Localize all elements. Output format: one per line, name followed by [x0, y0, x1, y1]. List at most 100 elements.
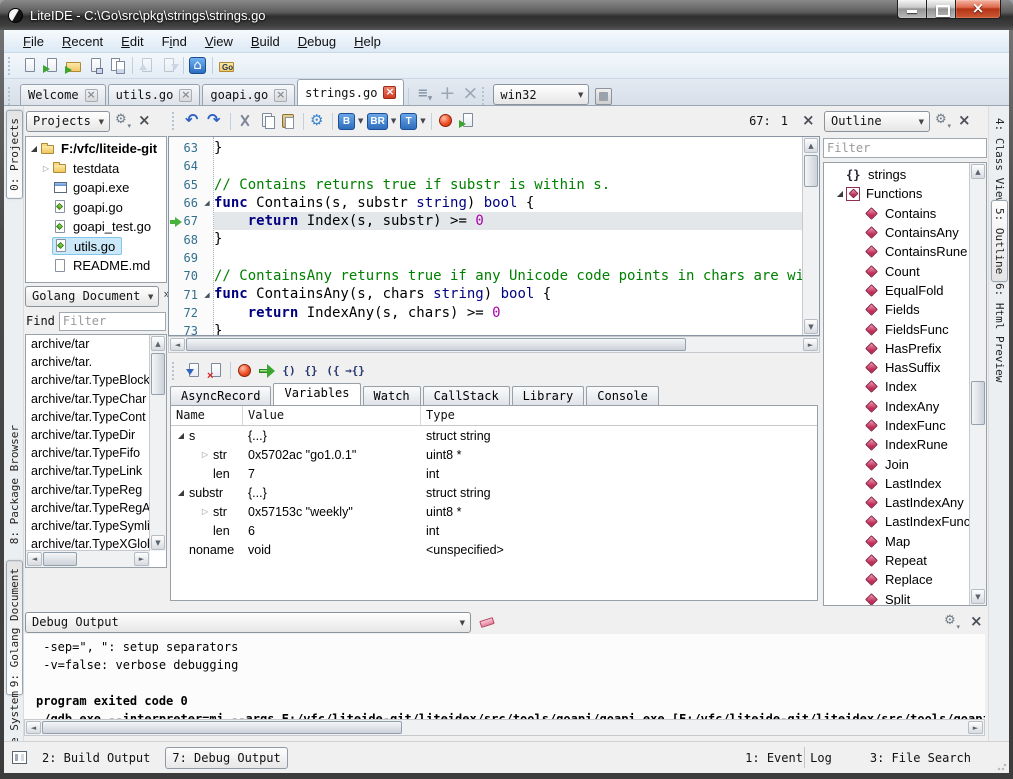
code-line[interactable]: 69 — [169, 249, 802, 267]
variable-row[interactable]: nonamevoid<unspecified> — [171, 540, 817, 559]
find-filter-input[interactable] — [59, 312, 166, 331]
fold-marker[interactable]: ◢ — [200, 291, 214, 299]
document-list-item[interactable]: archive/tar.TypeReg — [26, 482, 150, 500]
dock-tab-6-html-preview[interactable]: 6: Html Preview — [991, 275, 1008, 390]
outline-filter-input[interactable] — [823, 138, 987, 158]
editor-hscrollbar[interactable]: ◄ ► — [168, 336, 820, 353]
code-line[interactable]: 70// ContainsAny returns true if any Uni… — [169, 267, 802, 285]
row-expander[interactable]: ◢ — [175, 488, 187, 497]
menu-debug[interactable]: Debug — [289, 32, 345, 51]
close-window-button[interactable] — [956, 0, 1001, 19]
remove-record-icon[interactable] — [206, 361, 226, 381]
code-line[interactable]: 66◢func Contains(s, substr string) bool … — [169, 194, 802, 212]
menu-edit[interactable]: Edit — [112, 32, 152, 51]
scroll-thumb[interactable] — [186, 338, 686, 351]
document-list-item[interactable]: archive/tar.TypeCont — [26, 409, 150, 427]
debug-tab-variables[interactable]: Variables — [273, 383, 360, 405]
code-line[interactable]: 73} — [169, 322, 802, 336]
debug-external-icon[interactable] — [458, 111, 478, 131]
menu-build[interactable]: Build — [242, 32, 289, 51]
debug-tab-asyncrecord[interactable]: AsyncRecord — [170, 386, 271, 405]
home-icon[interactable] — [188, 56, 208, 76]
stop-debug-icon[interactable] — [235, 361, 255, 381]
menu-help[interactable]: Help — [345, 32, 390, 51]
step-over-icon[interactable] — [279, 361, 299, 381]
panel-close-icon[interactable] — [134, 112, 152, 130]
row-expander[interactable]: ▷ — [199, 450, 211, 459]
menu-recent[interactable]: Recent — [53, 32, 112, 51]
document-list-item[interactable]: archive/tar.TypeXGlobalHeader — [26, 536, 150, 551]
toolbar-handle[interactable] — [172, 112, 178, 130]
document-list-item[interactable]: archive/tar. — [26, 354, 150, 372]
outline-function-item[interactable]: LastIndexFunc — [824, 512, 970, 531]
overflow-chevron-button[interactable] — [161, 286, 167, 306]
outline-function-item[interactable]: HasPrefix — [824, 339, 970, 358]
build-button[interactable]: B▼ — [338, 113, 363, 130]
code-line[interactable]: 65// Contains returns true if substr is … — [169, 176, 802, 194]
output-selector-combobox[interactable]: Debug Output — [25, 612, 471, 633]
outline-function-item[interactable]: ContainsAny — [824, 223, 970, 242]
debug-tab-watch[interactable]: Watch — [363, 386, 421, 405]
status-3-file-search[interactable]: 3: File Search — [864, 748, 977, 768]
paste-icon[interactable] — [279, 111, 299, 131]
open-file-icon[interactable] — [42, 56, 62, 76]
new-file-icon[interactable] — [20, 56, 40, 76]
scroll-down-button[interactable]: ▼ — [804, 319, 818, 334]
fold-marker[interactable]: ◢ — [200, 199, 214, 207]
scroll-thumb[interactable] — [804, 155, 818, 187]
target-settings-button[interactable] — [595, 88, 612, 105]
resize-grip[interactable] — [997, 761, 1007, 771]
save-file-icon[interactable] — [86, 56, 106, 76]
scroll-thumb[interactable] — [43, 552, 77, 566]
continue-icon[interactable] — [257, 361, 277, 381]
tree-expander[interactable]: ◢ — [28, 144, 40, 153]
outline-function-item[interactable]: LastIndexAny — [824, 493, 970, 512]
project-tree-item[interactable]: README.md — [26, 256, 166, 276]
tab-close-icon[interactable] — [179, 89, 192, 102]
open-folder-icon[interactable] — [64, 56, 84, 76]
output-hscrollbar[interactable]: ◄ ► — [24, 719, 985, 736]
outline-function-item[interactable]: Split — [824, 590, 970, 605]
dock-tab-9-golang-document[interactable]: 9: Golang Document — [6, 560, 23, 695]
project-tree-item[interactable]: ◢F:/vfc/liteide-git — [26, 139, 166, 159]
panel-menu-gear-icon[interactable] — [933, 112, 951, 130]
scroll-up-button[interactable]: ▲ — [151, 336, 165, 351]
outline-function-item[interactable]: Map — [824, 532, 970, 551]
editor-tab-welcome[interactable]: Welcome — [20, 84, 106, 105]
outline-function-item[interactable]: Repeat — [824, 551, 970, 570]
panel-menu-gear-icon[interactable] — [942, 613, 960, 631]
project-tree-item[interactable]: utils.go — [26, 237, 166, 257]
code-line[interactable]: 71◢func ContainsAny(s, chars string) boo… — [169, 285, 802, 303]
split-add-icon[interactable] — [435, 85, 455, 105]
scroll-down-button[interactable]: ▼ — [971, 589, 985, 604]
scroll-thumb[interactable] — [971, 381, 985, 425]
outline-function-item[interactable]: Fields — [824, 300, 970, 319]
outline-function-item[interactable]: EqualFold — [824, 281, 970, 300]
export-file-icon[interactable] — [137, 56, 157, 76]
document-selector-combobox[interactable]: Golang Document — [25, 286, 159, 307]
scroll-up-button[interactable]: ▲ — [804, 138, 818, 153]
document-list-item[interactable]: archive/tar — [26, 336, 150, 354]
scroll-thumb[interactable] — [151, 353, 165, 395]
toolbar-handle[interactable] — [172, 362, 178, 380]
save-all-icon[interactable] — [108, 56, 128, 76]
dock-tab-0-projects[interactable]: 0: Projects — [6, 110, 23, 199]
dock-tab-5-outline[interactable]: 5: Outline — [991, 200, 1008, 282]
copy-icon[interactable] — [257, 111, 277, 131]
editor-tab-utils-go[interactable]: utils.go — [108, 84, 201, 105]
dock-tab-4-class-view[interactable]: 4: Class View — [991, 110, 1008, 212]
dropdown-arrow-icon[interactable]: ▼ — [391, 117, 396, 125]
scroll-left-button[interactable]: ◄ — [27, 552, 42, 566]
code-line[interactable]: 72 return IndexAny(s, chars) >= 0 — [169, 304, 802, 322]
debug-tab-library[interactable]: Library — [512, 386, 585, 405]
undo-icon[interactable] — [184, 111, 204, 131]
panel-selector-combobox[interactable]: Projects — [26, 111, 110, 132]
outline-function-item[interactable]: ContainsRune — [824, 242, 970, 261]
menu-find[interactable]: Find — [153, 32, 196, 51]
scroll-left-button[interactable]: ◄ — [170, 338, 185, 351]
step-into-icon[interactable] — [301, 361, 321, 381]
start-debug-icon[interactable] — [436, 111, 456, 131]
maximize-button[interactable] — [927, 0, 956, 19]
scroll-thumb[interactable] — [42, 721, 402, 734]
row-expander[interactable]: ◢ — [175, 431, 187, 440]
